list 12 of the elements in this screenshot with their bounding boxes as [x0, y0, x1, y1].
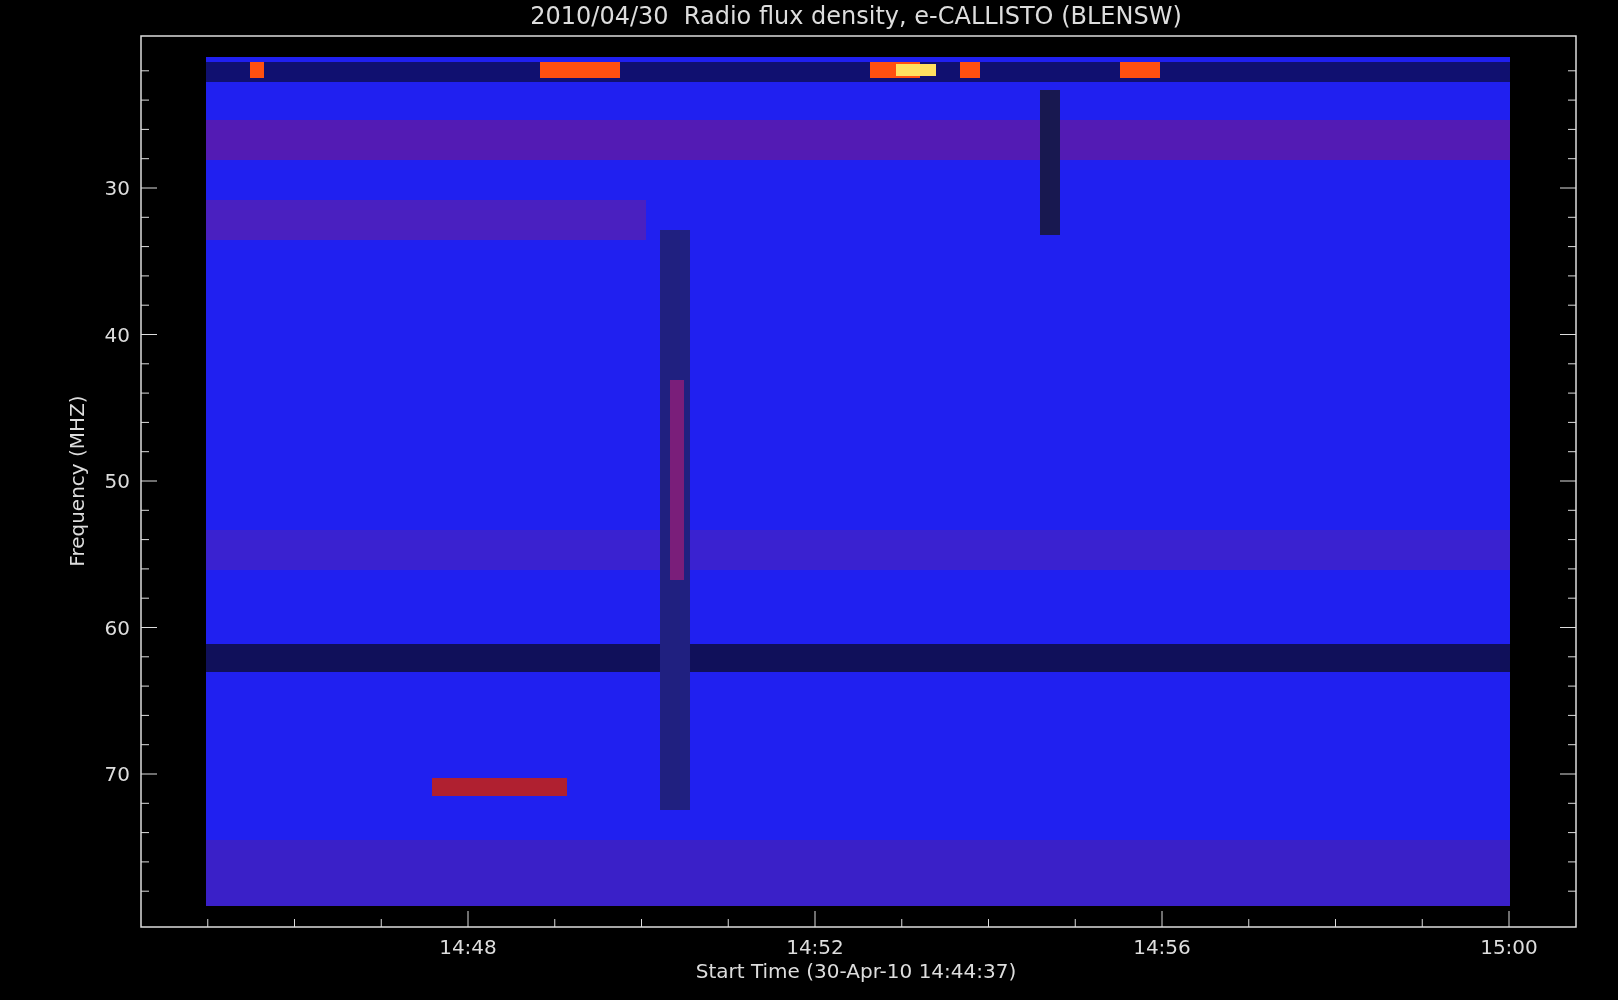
y-tick-label: 70	[104, 762, 130, 786]
y-tick-label: 50	[104, 469, 130, 493]
x-tick-label: 14:56	[1133, 935, 1191, 959]
y-tick-label: 30	[104, 176, 130, 200]
y-axis-label: Frequency (MHZ)	[65, 395, 89, 567]
chart-title: 2010/04/30 Radio flux density, e-CALLISTO (BLENSW)	[530, 2, 1182, 30]
x-tick-label: 15:00	[1480, 935, 1538, 959]
x-axis-label: Start Time (30-Apr-10 14:44:37)	[695, 959, 1017, 983]
y-tick-label: 40	[104, 322, 130, 347]
x-tick-label: 14:48	[439, 935, 497, 959]
x-tick-label: 14:52	[786, 935, 844, 959]
y-tick-label: 60	[104, 615, 130, 640]
